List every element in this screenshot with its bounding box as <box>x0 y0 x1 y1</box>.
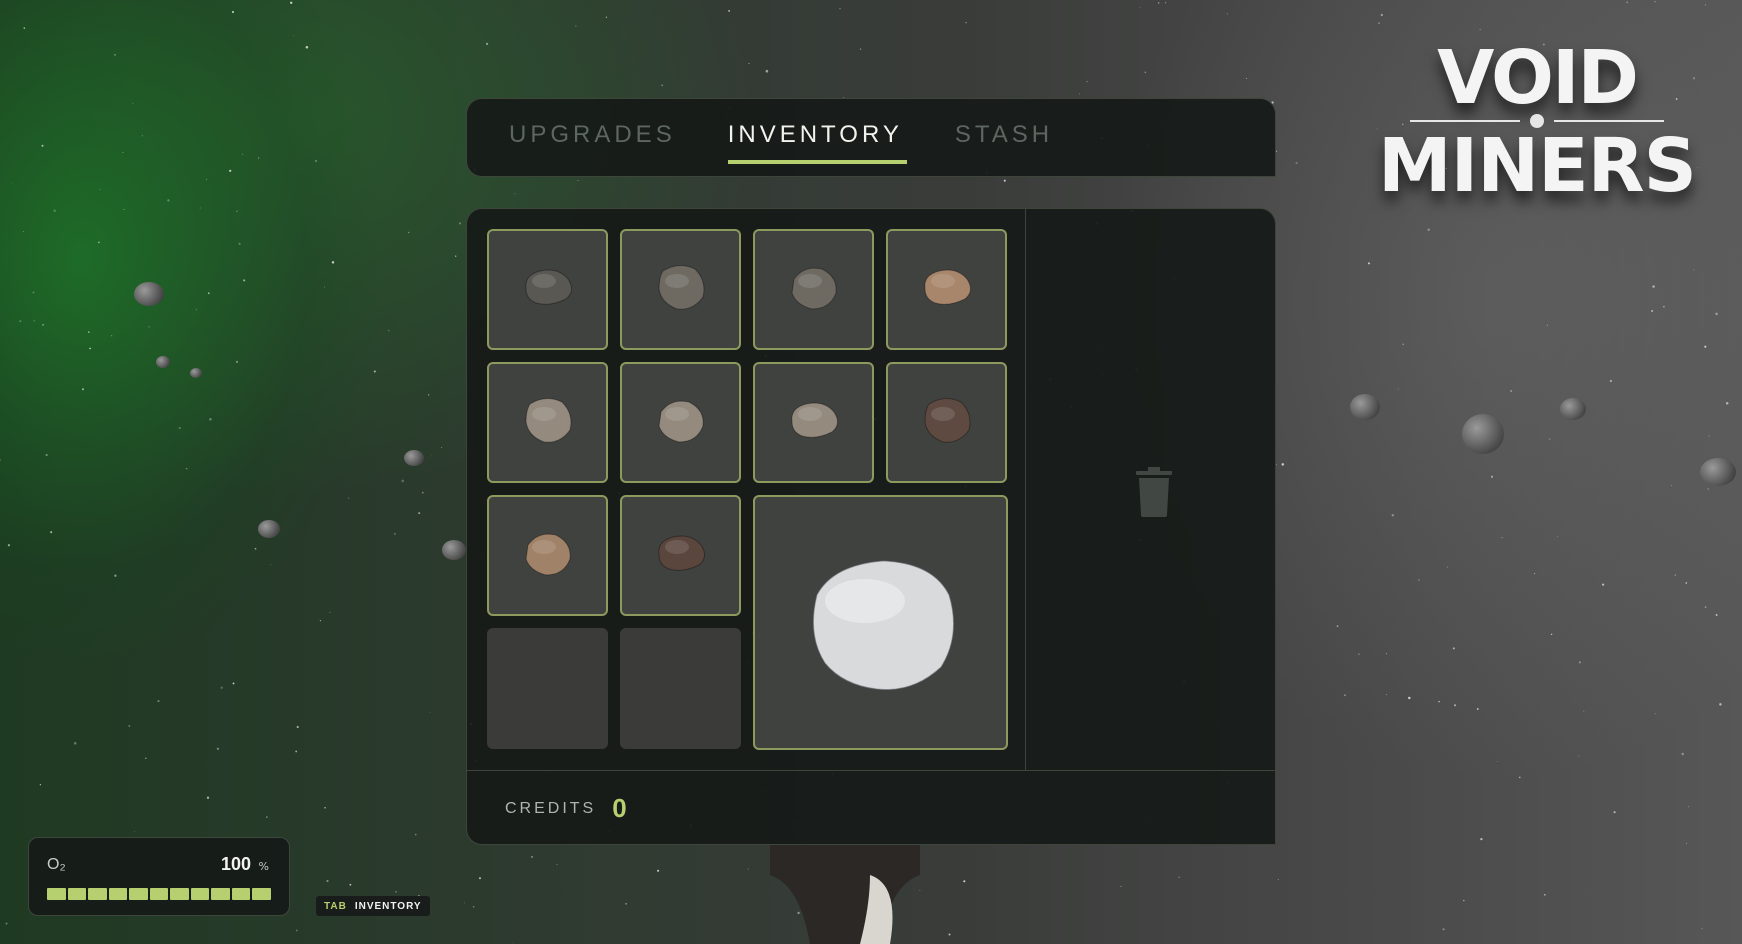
tab-inventory[interactable]: INVENTORY <box>727 121 908 164</box>
inventory-slot[interactable] <box>753 229 874 350</box>
oxygen-bar <box>47 888 272 900</box>
background-asteroid <box>1350 394 1380 420</box>
tan-rock-icon <box>924 269 971 305</box>
oxygen-bar-segment <box>88 888 107 900</box>
oxygen-bar-segment <box>149 888 169 900</box>
brown-rock-icon <box>924 398 971 443</box>
oxygen-unit: % <box>258 860 269 873</box>
background-asteroid <box>1560 398 1586 420</box>
brown-rock-icon <box>658 535 705 571</box>
inventory-slot[interactable] <box>886 362 1007 483</box>
inventory-panel: CREDITS 0 <box>466 208 1276 845</box>
inventory-slot[interactable] <box>487 495 608 616</box>
background-asteroid <box>156 356 170 368</box>
background-asteroid <box>404 450 424 466</box>
tan-rock-icon <box>525 533 571 576</box>
logo-line-2: MINERS <box>1378 123 1697 209</box>
oxygen-bar-segment <box>170 888 189 900</box>
background-asteroid <box>190 368 202 378</box>
credits-bar: CREDITS 0 <box>467 770 1275 844</box>
inventory-slot[interactable] <box>886 229 1007 350</box>
logo-line-1: VOID <box>1437 35 1639 121</box>
background-asteroid <box>258 520 280 538</box>
inventory-slot[interactable] <box>620 495 741 616</box>
large-silver-rock-icon <box>812 560 954 691</box>
oxygen-widget: O₂ 100 % <box>28 837 290 916</box>
oxygen-bar-segment <box>252 888 272 900</box>
beige-rock-icon <box>525 398 572 443</box>
trash-drop-zone[interactable] <box>1025 209 1275 771</box>
oxygen-bar-segment <box>108 888 128 900</box>
tab-bar: UPGRADES INVENTORY STASH <box>466 98 1276 177</box>
oxygen-bar-segment <box>129 888 148 900</box>
oxygen-bar-segment <box>190 888 210 900</box>
grey-rock-icon <box>658 265 705 310</box>
oxygen-bar-segment <box>211 888 230 900</box>
inventory-slot[interactable] <box>487 229 608 350</box>
hint-action: INVENTORY <box>354 900 422 912</box>
empty-inventory-slot[interactable] <box>620 628 741 749</box>
oxygen-value: 100 <box>220 854 251 874</box>
key-hint: TAB INVENTORY <box>316 896 430 916</box>
background-asteroid <box>1700 458 1736 486</box>
background-asteroid <box>442 540 466 560</box>
oxygen-bar-segment <box>47 888 66 900</box>
hint-key: TAB <box>324 900 347 912</box>
inventory-grid <box>467 209 1025 771</box>
inventory-slot[interactable] <box>753 362 874 483</box>
beige-rock-icon <box>791 402 838 438</box>
oxygen-bar-segment <box>67 888 87 900</box>
empty-inventory-slot[interactable] <box>487 628 608 749</box>
beige-rock-icon <box>658 400 704 443</box>
background-asteroid <box>134 282 164 306</box>
inventory-slot[interactable] <box>620 229 741 350</box>
tab-stash[interactable]: STASH <box>955 121 1053 155</box>
inventory-slot[interactable] <box>620 362 741 483</box>
credits-label: CREDITS <box>505 799 597 817</box>
tab-upgrades[interactable]: UPGRADES <box>509 121 676 155</box>
player-character <box>770 845 920 944</box>
oxygen-bar-segment <box>231 888 251 900</box>
trash-icon[interactable] <box>1134 467 1174 517</box>
background-asteroid <box>1462 414 1504 454</box>
inventory-slot-large[interactable] <box>753 495 1008 750</box>
credits-value: 0 <box>612 793 627 823</box>
dark-grey-rock-icon <box>525 269 572 305</box>
game-logo: VOID MINERS <box>1362 40 1712 206</box>
inventory-slot[interactable] <box>487 362 608 483</box>
oxygen-label: O₂ <box>47 856 66 873</box>
grey-rock-icon <box>791 267 837 310</box>
